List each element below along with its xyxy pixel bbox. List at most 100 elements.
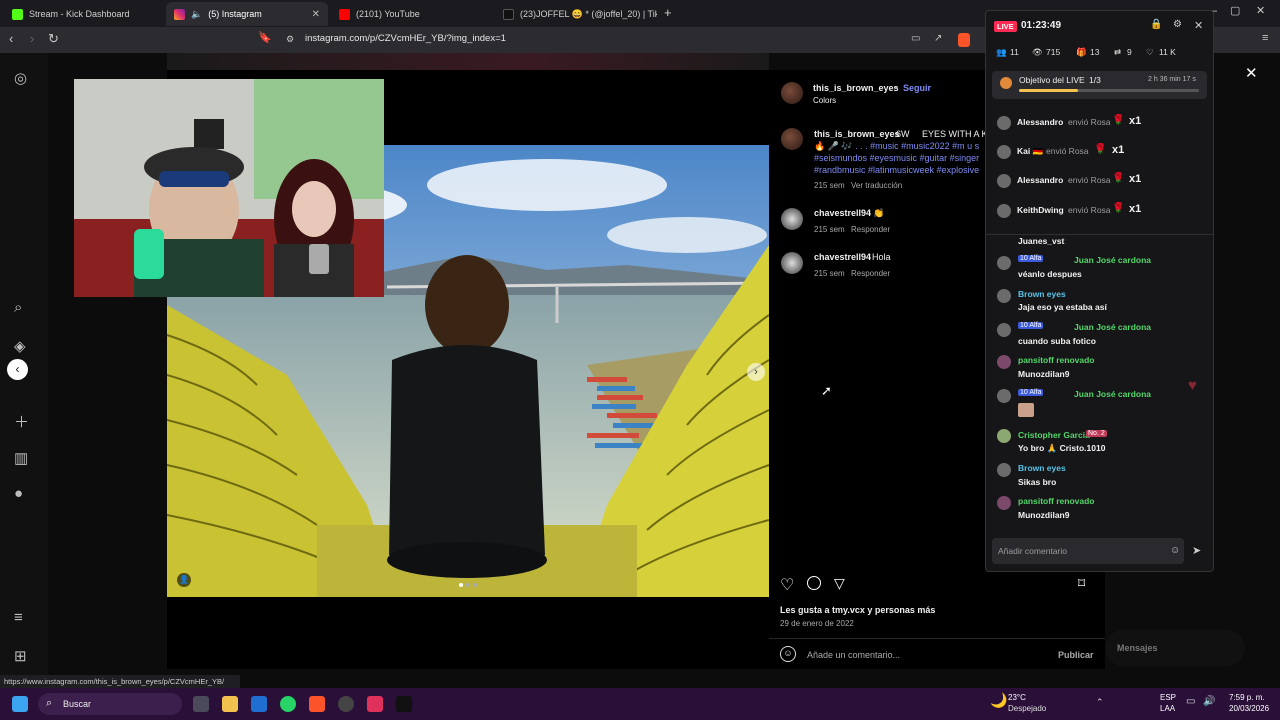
caption-hashtags-3[interactable]: #randbmusic #latinmusicweek #explosive (814, 165, 979, 175)
tiktok-live-studio-icon[interactable] (367, 696, 383, 712)
taskbar-search[interactable]: ⌕ Buscar (38, 693, 182, 715)
chat-username[interactable]: pansitoff renovado (1018, 355, 1095, 365)
windows-start-icon[interactable] (12, 696, 28, 712)
gift-action: envió Rosa (1046, 146, 1089, 156)
share-icon[interactable]: ↗ (934, 33, 942, 44)
whatsapp-icon[interactable] (280, 696, 296, 712)
weather-temp[interactable]: 23°C (1008, 693, 1026, 702)
share-icon[interactable]: ▽ (834, 575, 845, 592)
messages-pill[interactable]: Mensajes (1105, 630, 1245, 666)
like-icon[interactable]: ♡ (780, 575, 794, 595)
mouse-cursor-icon: ➚ (821, 383, 832, 398)
comment-input[interactable]: Añade un comentario... (807, 650, 900, 660)
follow-button[interactable]: Seguir (903, 83, 931, 93)
site-info-icon[interactable]: ⚙ (286, 34, 294, 45)
chat-username[interactable]: Juan José cardona (1074, 322, 1151, 332)
store-icon[interactable] (251, 696, 267, 712)
tab-tiktok[interactable]: (23)JOFFEL 😄 * (@joffel_20) | TikT (495, 2, 657, 26)
likes-summary[interactable]: Les gusta a tmy.vcx y personas más (780, 605, 935, 615)
comment-username[interactable]: chavestrell94 (814, 208, 871, 218)
chat-avatar (997, 256, 1011, 270)
reload-icon[interactable]: ↻ (48, 31, 59, 47)
author-username[interactable]: this_is_brown_eyes (813, 83, 899, 93)
screen-icon[interactable]: ▭ (911, 33, 920, 44)
clock-time[interactable]: 7:59 p. m. (1229, 693, 1265, 702)
menu-icon[interactable]: ≡ (1262, 32, 1268, 44)
previous-post-button[interactable]: ‹ (7, 359, 28, 380)
send-icon[interactable]: ➤ (1192, 544, 1201, 557)
new-tab-button[interactable]: + (664, 5, 672, 20)
author-avatar[interactable] (781, 82, 803, 104)
chat-message: cuando suba fotico (1018, 336, 1096, 346)
publish-button[interactable]: Publicar (1058, 650, 1094, 660)
instagram-logo-icon[interactable]: ◎ (14, 69, 27, 87)
close-icon[interactable]: ✕ (1194, 19, 1203, 32)
caption-hashtags-1[interactable]: 🔥 🎤 🎶 . . . #music #music2022 #m u s (814, 141, 979, 152)
obs-icon[interactable] (338, 696, 354, 712)
tagged-users-icon[interactable]: 👤 (177, 573, 191, 587)
also-from-meta-icon[interactable]: ⊞ (14, 647, 27, 665)
back-icon[interactable]: ‹ (9, 31, 13, 46)
file-explorer-icon[interactable] (222, 696, 238, 712)
brave-icon[interactable] (309, 696, 325, 712)
comment-avatar[interactable] (781, 208, 803, 230)
tab-kick-dashboard[interactable]: Stream - Kick Dashboard (4, 2, 164, 26)
tab-instagram[interactable]: 🔈 (5) Instagram ✕ (166, 2, 328, 26)
live-goal-card[interactable]: Objetivo del LIVE 1/3 2 h 36 min 17 s (992, 71, 1207, 99)
comment-username[interactable]: chavestrell94 (814, 252, 871, 262)
chat-username[interactable]: Juan José cardona (1074, 255, 1151, 265)
bookmark-icon[interactable]: 🔖 (258, 31, 272, 44)
chat-badge: 10 Alfa (1018, 389, 1045, 396)
emoji-icon[interactable]: ☺ (1170, 545, 1180, 556)
chat-username[interactable]: Cristopher Garcia (1018, 430, 1090, 440)
carousel-dots (459, 583, 477, 587)
tab-youtube[interactable]: (2101) YouTube (331, 2, 491, 26)
comment-avatar[interactable] (781, 252, 803, 274)
post-location[interactable]: Colors (813, 96, 836, 105)
address-bar[interactable]: instagram.com/p/CZVcmHEr_YB/?img_index=1 (305, 33, 506, 44)
more-menu-icon[interactable]: ≡ (14, 609, 23, 626)
language-indicator[interactable]: ESP (1160, 693, 1176, 702)
instagram-icon (174, 8, 185, 20)
weather-desc[interactable]: Despejado (1008, 704, 1046, 713)
search-icon[interactable]: ⌕ (14, 299, 22, 316)
next-image-button[interactable]: › (747, 363, 765, 381)
volume-icon[interactable]: 🔊 (1203, 696, 1215, 707)
keyboard-layout[interactable]: LAA (1160, 704, 1175, 713)
network-icon[interactable]: ▭ (1186, 696, 1195, 707)
reply-link[interactable]: Responder (851, 269, 890, 278)
tray-chevron-icon[interactable]: ⌃ (1096, 697, 1104, 708)
chat-username[interactable]: Juan José cardona (1074, 389, 1151, 399)
close-icon[interactable]: ✕ (312, 9, 320, 20)
settings-icon[interactable]: ⚙ (1173, 19, 1182, 30)
comment-icon[interactable] (807, 576, 821, 590)
lock-icon[interactable]: 🔒 (1150, 19, 1162, 30)
caption-hashtags-2[interactable]: #seismundos #eyesmusic #guitar #singer (814, 153, 979, 163)
save-bookmark-icon[interactable]: ⌑ (1078, 575, 1085, 592)
create-icon[interactable]: ＋ (14, 411, 29, 432)
link-preview-status: https://www.instagram.com/this_is_brown_… (0, 675, 240, 688)
maximize-button[interactable]: ▢ (1230, 4, 1240, 17)
chat-comment-input[interactable]: Añadir comentario ☺ (992, 538, 1184, 564)
chat-username[interactable]: Brown eyes (1018, 289, 1066, 299)
task-view-icon[interactable] (193, 696, 209, 712)
level-badge: 10 Alfa (1018, 255, 1044, 262)
explore-icon[interactable]: ◈ (14, 337, 26, 355)
reply-link[interactable]: Responder (851, 225, 890, 234)
brave-shield-icon[interactable] (958, 33, 970, 47)
kick-icon (12, 8, 23, 20)
clock-date[interactable]: 20/03/2026 (1229, 704, 1269, 713)
caption-username[interactable]: this_is_brown_eyes (814, 129, 900, 139)
chat-username[interactable]: Brown eyes (1018, 463, 1066, 473)
emoji-icon[interactable]: ☺ (780, 646, 796, 662)
chat-username[interactable]: pansitoff renovado (1018, 496, 1095, 506)
close-window-button[interactable]: ✕ (1256, 4, 1265, 17)
chat-badge: 10 Alfa (1018, 322, 1045, 329)
tiktok-icon[interactable] (396, 696, 412, 712)
dashboard-icon[interactable]: ▥ (14, 449, 28, 467)
caption-avatar[interactable] (781, 128, 803, 150)
forward-icon[interactable]: › (30, 31, 34, 46)
translate-link[interactable]: Ver traducción (851, 181, 902, 190)
close-post-button[interactable]: ✕ (1245, 64, 1258, 82)
profile-icon[interactable]: ● (14, 485, 23, 502)
